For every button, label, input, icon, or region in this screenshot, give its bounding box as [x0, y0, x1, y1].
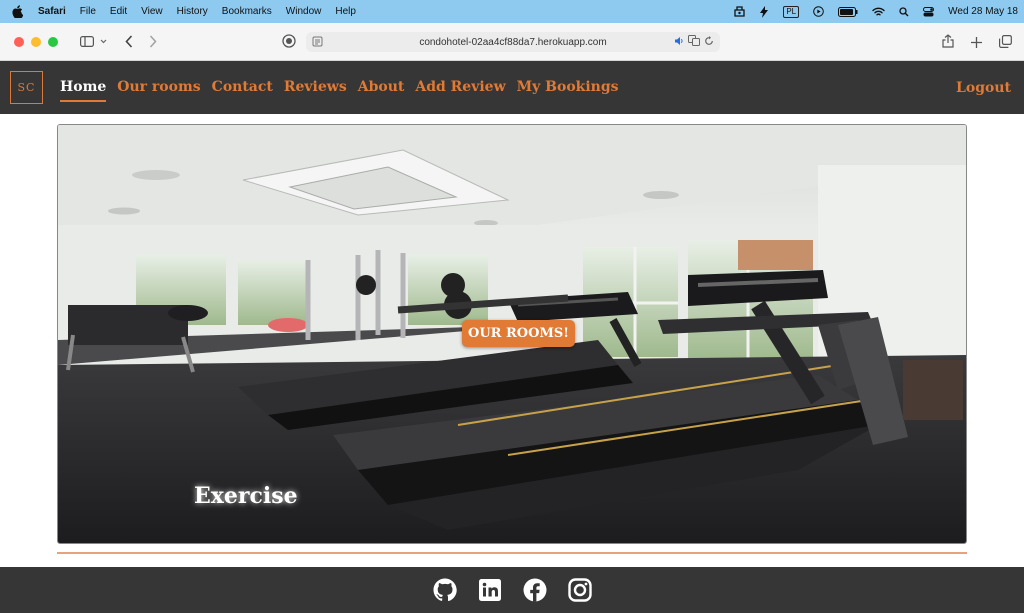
- close-window-button[interactable]: [14, 36, 24, 47]
- sidebar-toggle-icon[interactable]: [80, 36, 94, 47]
- window-controls: [14, 36, 58, 47]
- nav-my-bookings[interactable]: My Bookings: [517, 77, 619, 102]
- nav-about[interactable]: About: [358, 77, 405, 102]
- menu-file[interactable]: File: [80, 6, 96, 17]
- new-tab-icon[interactable]: [971, 35, 982, 53]
- battery-icon[interactable]: [838, 6, 858, 17]
- tab-overview-icon[interactable]: [999, 34, 1012, 53]
- site-logo[interactable]: SC: [10, 71, 43, 104]
- back-arrow-icon[interactable]: [125, 35, 133, 48]
- minimize-window-button[interactable]: [31, 36, 41, 47]
- menu-help[interactable]: Help: [335, 6, 356, 17]
- nav-our-rooms[interactable]: Our rooms: [117, 77, 200, 102]
- site-footer: [0, 567, 1024, 613]
- menu-history[interactable]: History: [177, 6, 208, 17]
- menubar-clock[interactable]: Wed 28 May 18: [948, 6, 1018, 17]
- github-icon[interactable]: [433, 578, 457, 602]
- input-source-badge[interactable]: PL: [783, 5, 800, 18]
- forward-arrow-icon[interactable]: [149, 35, 157, 48]
- reload-icon[interactable]: [704, 35, 714, 49]
- page-menu-icon[interactable]: [312, 36, 323, 50]
- facebook-icon[interactable]: [523, 578, 547, 602]
- share-icon[interactable]: [942, 34, 954, 53]
- shortcut-icon[interactable]: [734, 6, 745, 17]
- browser-toolbar: condohotel-02aa4cf88da7.herokuapp.com: [0, 23, 1024, 61]
- audio-icon[interactable]: [674, 36, 684, 49]
- spotlight-search-icon[interactable]: [899, 6, 909, 17]
- control-center-icon[interactable]: [923, 6, 935, 17]
- hero-carousel[interactable]: OUR ROOMS! Exercise: [57, 124, 967, 544]
- address-bar[interactable]: condohotel-02aa4cf88da7.herokuapp.com: [306, 32, 720, 52]
- translate-icon[interactable]: [688, 35, 700, 49]
- menu-window[interactable]: Window: [286, 6, 322, 17]
- apple-icon[interactable]: [12, 5, 26, 18]
- linkedin-icon[interactable]: [478, 578, 502, 602]
- nav-contact[interactable]: Contact: [212, 77, 273, 102]
- logout-link[interactable]: Logout: [956, 78, 1011, 98]
- menu-bookmarks[interactable]: Bookmarks: [222, 6, 272, 17]
- section-divider: [57, 552, 967, 554]
- menu-edit[interactable]: Edit: [110, 6, 127, 17]
- macos-menubar: Safari File Edit View History Bookmarks …: [0, 0, 1024, 23]
- wifi-icon[interactable]: [872, 7, 885, 17]
- our-rooms-button[interactable]: OUR ROOMS!: [462, 320, 575, 347]
- menu-view[interactable]: View: [141, 6, 163, 17]
- nav-home[interactable]: Home: [60, 77, 107, 102]
- instagram-icon[interactable]: [567, 578, 592, 602]
- bolt-icon[interactable]: [759, 5, 769, 18]
- privacy-shield-icon[interactable]: [282, 34, 296, 53]
- menu-app-safari[interactable]: Safari: [38, 6, 66, 17]
- site-navbar: SC Home Our rooms Contact Reviews About …: [0, 61, 1024, 114]
- play-icon[interactable]: [813, 6, 824, 17]
- url-text[interactable]: condohotel-02aa4cf88da7.herokuapp.com: [419, 37, 606, 48]
- zoom-window-button[interactable]: [48, 36, 58, 47]
- nav-add-review[interactable]: Add Review: [415, 77, 505, 102]
- chevron-down-icon[interactable]: [100, 39, 107, 44]
- nav-links: Home Our rooms Contact Reviews About Add…: [60, 77, 619, 102]
- slide-caption: Exercise: [194, 483, 298, 509]
- nav-reviews[interactable]: Reviews: [284, 77, 347, 102]
- menubar-status-area: PL Wed 28 May 18: [734, 5, 1024, 18]
